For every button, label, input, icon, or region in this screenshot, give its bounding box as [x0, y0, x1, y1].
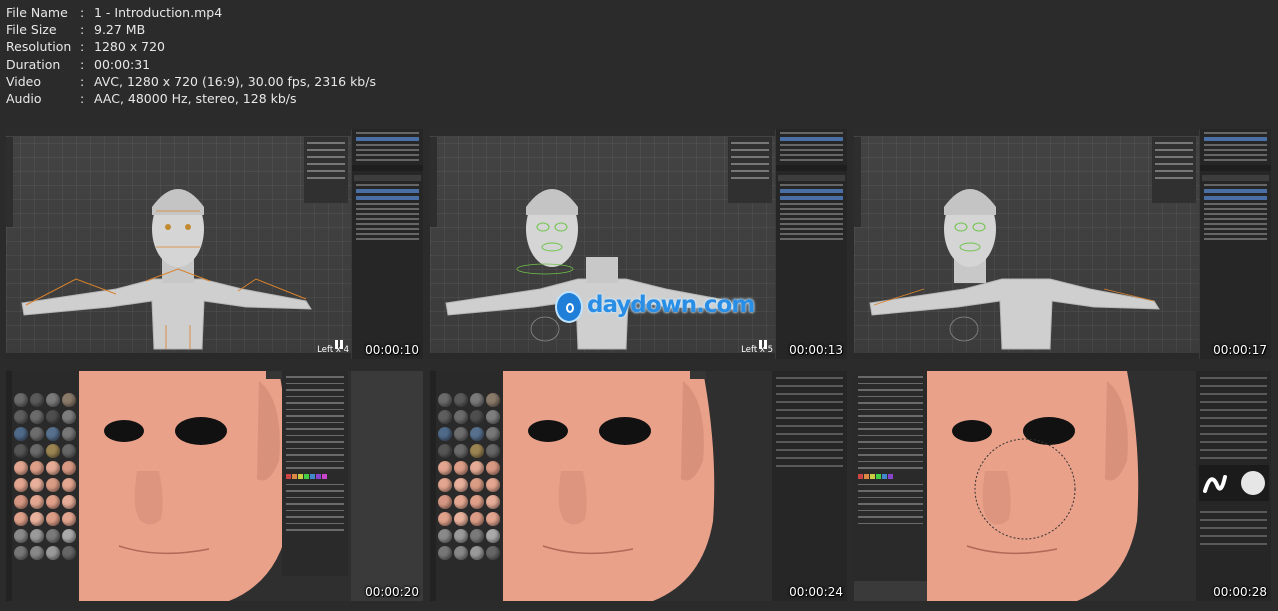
outliner-panel: [352, 129, 423, 359]
view-menu: [690, 371, 706, 379]
info-value: 1 - Introduction.mp4: [94, 5, 223, 20]
thumbnail-6[interactable]: 00:00:28: [854, 371, 1271, 601]
face-model: [503, 371, 715, 601]
timestamp: 00:00:17: [1213, 343, 1267, 357]
properties-panel: [772, 371, 847, 601]
face-model: [927, 371, 1139, 601]
thumbnail-5[interactable]: 00:00:24: [430, 371, 847, 601]
info-value: 1280 x 720: [94, 39, 166, 55]
info-key: File Name: [6, 5, 68, 20]
info-key: Video: [6, 73, 42, 89]
view-indicator-icon: [335, 334, 345, 349]
character-model: [869, 189, 1160, 350]
info-value: 9.27 MB: [94, 22, 146, 38]
outliner-panel: [776, 129, 847, 359]
sculpt-viewport: [927, 371, 1199, 601]
blender-viewport: [430, 129, 775, 359]
blender-viewport: [854, 129, 1199, 359]
timestamp: 00:00:28: [1213, 585, 1267, 599]
info-key: Duration: [6, 56, 61, 72]
info-row-video: Video : AVC, 1280 x 720 (16:9), 30.00 fp…: [6, 73, 376, 90]
character-model: [445, 189, 736, 350]
material-grid: [14, 393, 76, 560]
info-key: File Size: [6, 22, 57, 38]
timestamp: 00:00:20: [365, 585, 419, 599]
outliner-panel: [1200, 129, 1271, 359]
info-key: Resolution: [6, 39, 72, 55]
file-info: File Name : 1 - Introduction.mp4 File Si…: [6, 4, 376, 107]
character-model: [21, 189, 312, 350]
blender-viewport: [6, 129, 351, 359]
view-label: Left x 4: [317, 345, 349, 355]
info-row-file-size: File Size : 9.27 MB: [6, 21, 376, 38]
brush-properties-panel: [1196, 371, 1271, 601]
info-separator: :: [80, 73, 85, 89]
context-menu: [282, 371, 348, 576]
info-row-file-name: File Name : 1 - Introduction.mp4: [6, 4, 376, 21]
timestamp: 00:00:13: [789, 343, 843, 357]
thumbnail-1[interactable]: Left x 4 00:00:10: [6, 129, 423, 359]
material-grid: [438, 393, 500, 560]
info-row-audio: Audio : AAC, 48000 Hz, stereo, 128 kb/s: [6, 90, 376, 107]
material-library-panel: [430, 371, 503, 601]
info-separator: :: [80, 39, 85, 55]
info-value: AAC, 48000 Hz, stereo, 128 kb/s: [94, 91, 297, 107]
brush-preview-icon: [1199, 465, 1269, 501]
view-menu: [266, 371, 282, 379]
view-label: Left x 5: [741, 345, 773, 355]
info-value: 00:00:31: [94, 56, 151, 72]
info-separator: :: [80, 22, 85, 38]
view-indicator-icon: [759, 334, 769, 349]
thumbnail-4[interactable]: 00:00:20: [6, 371, 423, 601]
info-separator: :: [80, 56, 85, 72]
info-row-resolution: Resolution : 1280 x 720: [6, 38, 376, 55]
timestamp: 00:00:24: [789, 585, 843, 599]
info-key: Audio: [6, 91, 42, 107]
info-row-duration: Duration : 00:00:31: [6, 56, 376, 73]
info-value: AVC, 1280 x 720 (16:9), 30.00 fps, 2316 …: [94, 73, 376, 89]
info-separator: :: [80, 5, 85, 20]
thumbnail-3[interactable]: 00:00:17: [854, 129, 1271, 359]
timestamp: 00:00:10: [365, 343, 419, 357]
sculpt-viewport: [503, 371, 775, 601]
info-separator: :: [80, 91, 85, 107]
material-library-panel: [6, 371, 79, 601]
thumbnail-2[interactable]: Left x 5 00:00:13: [430, 129, 847, 359]
context-menu: [854, 371, 927, 581]
